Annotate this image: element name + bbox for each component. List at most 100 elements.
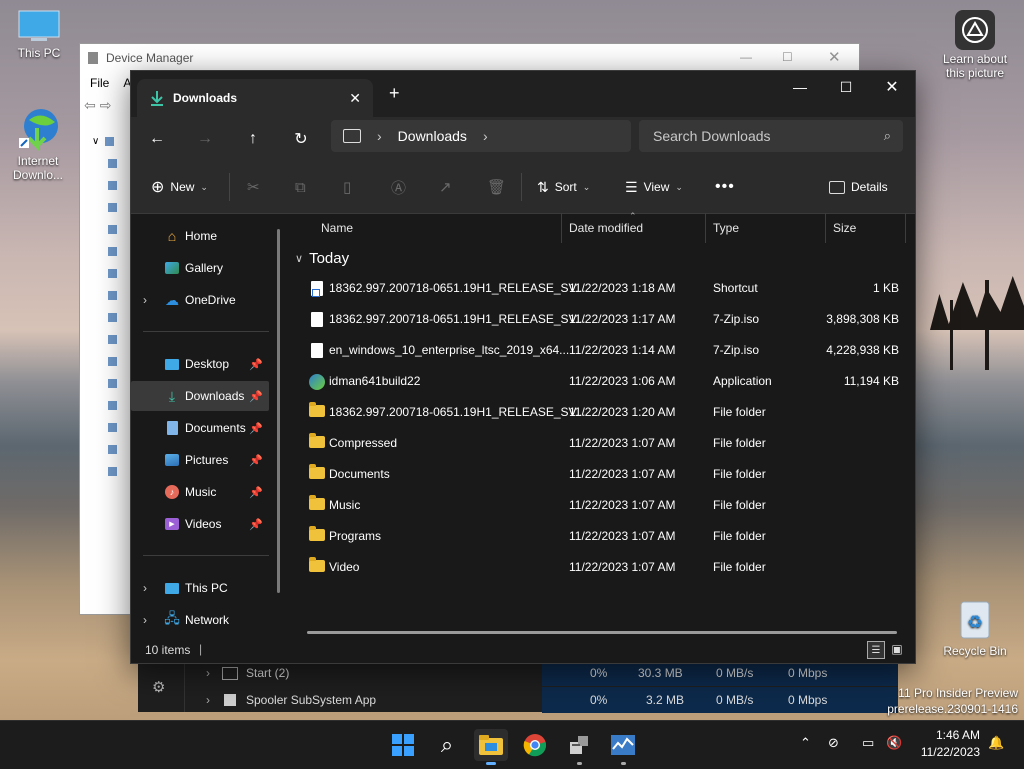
- nav-item-network[interactable]: › 🖧 Network: [131, 605, 269, 635]
- tree-item[interactable]: [88, 328, 128, 350]
- file-row[interactable]: Compressed 11/22/2023 1:07 AM File folder: [289, 428, 909, 459]
- refresh-icon[interactable]: ↻: [285, 123, 317, 155]
- tiles-view-icon[interactable]: ▣: [889, 641, 905, 657]
- file-row[interactable]: 18362.997.200718-0651.19H1_RELEASE_SV...…: [289, 397, 909, 428]
- minimize-icon[interactable]: —: [740, 50, 752, 64]
- pin-icon[interactable]: 📌: [249, 454, 263, 467]
- nav-item-onedrive[interactable]: › ☁ OneDrive: [131, 285, 269, 315]
- breadcrumb-downloads[interactable]: Downloads: [398, 128, 467, 144]
- explorer-titlebar[interactable]: Downloads ✕ + — ☐ ✕: [131, 71, 915, 117]
- new-tab-plus-icon[interactable]: +: [389, 83, 400, 104]
- tab-close-icon[interactable]: ✕: [349, 90, 361, 107]
- column-divider[interactable]: [561, 213, 562, 243]
- network-disconnected-icon[interactable]: ⊘: [828, 735, 839, 751]
- file-explorer-window[interactable]: Downloads ✕ + — ☐ ✕ ← → ↑ ↻ › Downloads …: [130, 70, 916, 664]
- chevron-right-icon[interactable]: ›: [143, 613, 147, 627]
- search-icon[interactable]: ⌕: [430, 729, 464, 761]
- pin-icon[interactable]: 📌: [249, 358, 263, 371]
- task-manager-taskbar-icon[interactable]: [606, 729, 640, 765]
- device-manager-taskbar-icon[interactable]: [562, 729, 596, 765]
- close-icon[interactable]: ✕: [828, 48, 841, 66]
- back-arrow-icon[interactable]: ←: [141, 123, 173, 155]
- view-button[interactable]: ☰ View ⌄: [625, 171, 683, 203]
- column-header-size[interactable]: Size: [833, 213, 856, 243]
- file-row[interactable]: Documents 11/22/2023 1:07 AM File folder: [289, 459, 909, 490]
- more-options-icon[interactable]: •••: [715, 171, 735, 203]
- tree-item[interactable]: [88, 218, 128, 240]
- forward-arrow-icon[interactable]: →: [189, 123, 221, 155]
- task-manager-window[interactable]: ⚙ › Start (2) 0% 30.3 MB 0 MB/s 0 Mbps ›…: [138, 660, 898, 713]
- nav-item-videos[interactable]: ▶ Videos 📌: [131, 509, 269, 539]
- nav-item-pictures[interactable]: Pictures 📌: [131, 445, 269, 475]
- nav-item-downloads[interactable]: ⤓ Downloads 📌: [131, 381, 269, 411]
- tree-item[interactable]: [88, 416, 128, 438]
- tree-item[interactable]: [88, 262, 128, 284]
- details-pane-button[interactable]: Details: [829, 171, 888, 203]
- sort-button[interactable]: ⇅ Sort ⌄: [537, 171, 590, 203]
- expand-chevron-icon[interactable]: ›: [206, 693, 210, 707]
- display-icon[interactable]: ▭: [862, 735, 874, 751]
- show-hidden-icons-chevron-icon[interactable]: ⌃: [800, 735, 811, 751]
- chevron-right-icon[interactable]: ›: [143, 581, 147, 595]
- forward-arrow-icon[interactable]: ⇨: [100, 97, 112, 114]
- file-row[interactable]: Programs 11/22/2023 1:07 AM File folder: [289, 521, 909, 552]
- tree-item[interactable]: [88, 240, 128, 262]
- nav-scrollbar[interactable]: [277, 229, 280, 593]
- volume-muted-icon[interactable]: 🔇: [886, 735, 902, 751]
- column-header-name[interactable]: Name: [321, 213, 353, 243]
- group-header-today[interactable]: ∨ Today: [295, 247, 349, 269]
- tree-item[interactable]: [88, 460, 128, 482]
- file-row[interactable]: en_windows_10_enterprise_ltsc_2019_x64..…: [289, 335, 909, 366]
- chevron-right-icon[interactable]: ›: [143, 293, 147, 307]
- desktop-icon-learn-about-picture[interactable]: Learn about this picture: [938, 10, 1012, 80]
- menu-file[interactable]: File: [90, 76, 109, 90]
- column-header-type[interactable]: Type: [713, 213, 739, 243]
- tree-item[interactable]: [88, 152, 128, 174]
- maximize-icon[interactable]: ☐: [782, 50, 793, 64]
- tree-item[interactable]: [88, 350, 128, 372]
- file-row[interactable]: Video 11/22/2023 1:07 AM File folder: [289, 552, 909, 583]
- chrome-taskbar-icon[interactable]: [518, 729, 552, 761]
- file-row[interactable]: idman641build22 11/22/2023 1:06 AM Applica…: [289, 366, 909, 397]
- pin-icon[interactable]: 📌: [249, 518, 263, 531]
- desktop-icon-recycle-bin[interactable]: ♻ Recycle Bin: [940, 596, 1010, 658]
- rename-icon[interactable]: Ⓐ: [391, 171, 406, 203]
- file-explorer-taskbar-icon[interactable]: [474, 729, 508, 765]
- file-row[interactable]: 18362.997.200718-0651.19H1_RELEASE_SV...…: [289, 273, 909, 304]
- close-icon[interactable]: ✕: [869, 71, 915, 103]
- file-row[interactable]: Music 11/22/2023 1:07 AM File folder: [289, 490, 909, 521]
- back-arrow-icon[interactable]: ⇦: [84, 97, 96, 114]
- new-button[interactable]: ⊕ New ⌄: [151, 171, 208, 203]
- nav-item-home[interactable]: ⌂ Home: [131, 221, 269, 251]
- horizontal-scrollbar[interactable]: [307, 631, 897, 634]
- nav-item-this-pc[interactable]: › This PC: [131, 573, 269, 603]
- process-row[interactable]: › Spooler SubSystem App 0% 3.2 MB 0 MB/s…: [138, 687, 898, 713]
- search-box[interactable]: Search Downloads ⌕: [639, 120, 903, 152]
- address-bar[interactable]: › Downloads ›: [331, 120, 631, 152]
- search-icon[interactable]: ⌕: [884, 128, 891, 144]
- system-clock[interactable]: 1:46 AM 11/22/2023: [921, 727, 980, 761]
- minimize-icon[interactable]: —: [777, 71, 823, 103]
- pin-icon[interactable]: 📌: [249, 486, 263, 499]
- pin-icon[interactable]: 📌: [249, 422, 263, 435]
- nav-item-gallery[interactable]: Gallery: [131, 253, 269, 283]
- up-arrow-icon[interactable]: ↑: [237, 123, 269, 155]
- breadcrumb-chevron-icon[interactable]: ›: [483, 128, 488, 144]
- details-view-icon[interactable]: ☰: [867, 641, 885, 659]
- share-icon[interactable]: ↗: [439, 171, 452, 203]
- tree-item[interactable]: [88, 372, 128, 394]
- maximize-icon[interactable]: ☐: [823, 71, 869, 103]
- notification-bell-icon[interactable]: 🔔: [988, 735, 1004, 751]
- start-button[interactable]: [386, 729, 420, 761]
- column-divider[interactable]: [905, 213, 906, 243]
- nav-item-documents[interactable]: Documents 📌: [131, 413, 269, 443]
- desktop-icon-internet-download-manager[interactable]: Internet Downlo...: [8, 106, 68, 182]
- tree-item[interactable]: [88, 438, 128, 460]
- copy-icon[interactable]: ⧉: [295, 171, 306, 203]
- nav-item-desktop[interactable]: Desktop 📌: [131, 349, 269, 379]
- desktop-icon-this-pc[interactable]: This PC: [9, 10, 69, 60]
- cut-icon[interactable]: ✂: [247, 171, 260, 203]
- breadcrumb-chevron-icon[interactable]: ›: [377, 128, 382, 144]
- tree-root[interactable]: ∨: [88, 130, 128, 152]
- tree-item[interactable]: [88, 174, 128, 196]
